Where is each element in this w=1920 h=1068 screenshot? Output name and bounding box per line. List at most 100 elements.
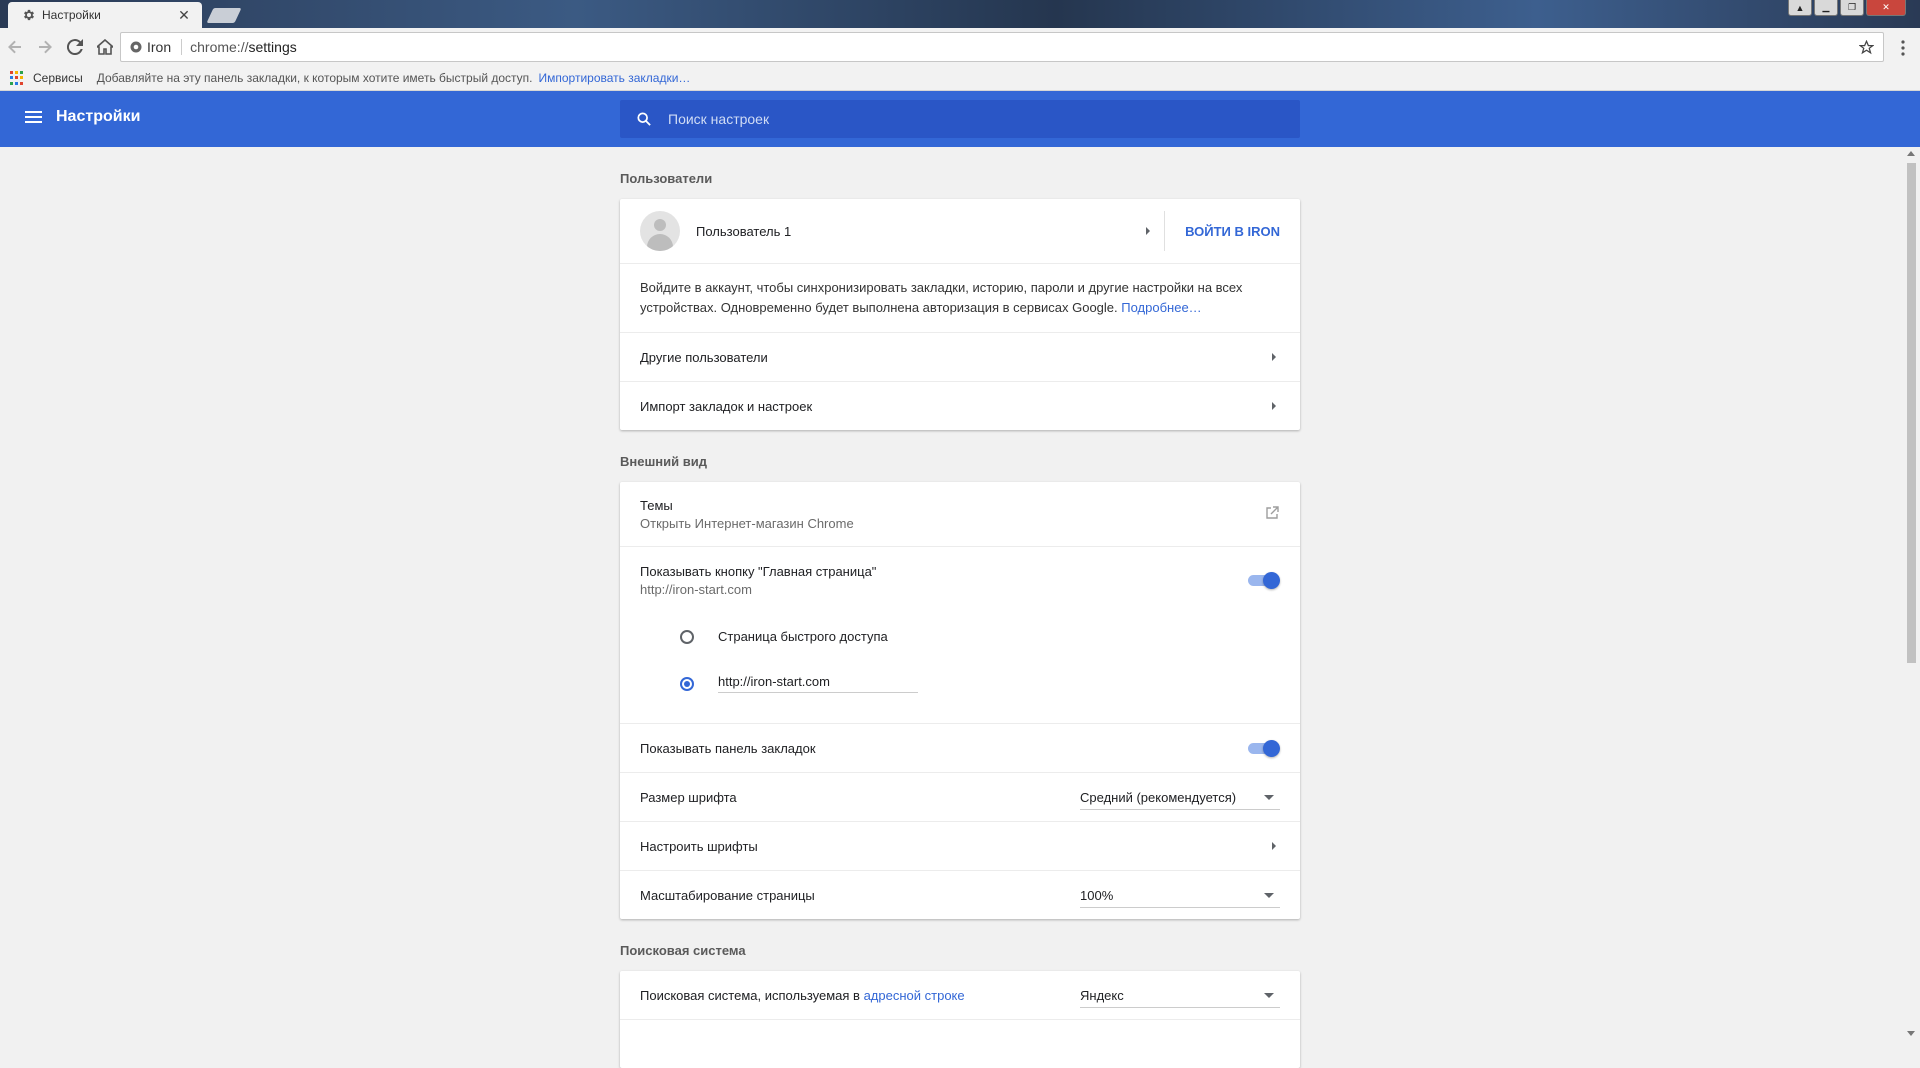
radio-ntp-row[interactable]: Страница быстрого доступа <box>620 613 1300 660</box>
scroll-up-icon[interactable] <box>1907 151 1915 156</box>
search-engine-select[interactable]: Яндекс <box>1080 988 1280 1008</box>
bookmarks-bar-label: Показывать панель закладок <box>640 740 816 756</box>
new-tab-button[interactable] <box>206 8 242 23</box>
tab-title: Настройки <box>42 8 101 22</box>
chevron-right-icon <box>1268 400 1280 412</box>
bookmarks-bar-toggle[interactable] <box>1246 738 1280 758</box>
search-engine-label: Поисковая система, используемая в адресн… <box>640 988 1080 1003</box>
themes-sublabel: Открыть Интернет-магазин Chrome <box>640 515 854 531</box>
radio-custom[interactable] <box>680 676 694 691</box>
page-zoom-row: Масштабирование страницы 100% <box>620 870 1300 919</box>
home-button-label: Показывать кнопку "Главная страница" <box>640 563 877 579</box>
address-bar[interactable]: Iron chrome://settings <box>120 32 1884 62</box>
chevron-down-icon <box>1264 892 1274 898</box>
settings-header: Настройки <box>0 91 1920 147</box>
search-engine-value: Яндекс <box>1080 987 1124 1003</box>
import-bookmarks-link[interactable]: Импортировать закладки… <box>539 71 691 85</box>
avatar <box>640 211 680 251</box>
maximize-icon[interactable]: ❐ <box>1840 0 1864 16</box>
import-bookmarks-label: Импорт закладок и настроек <box>640 398 813 414</box>
window-controls: ▲ ▁ ❐ ✕ <box>1788 0 1906 16</box>
apps-shortcut[interactable]: Сервисы <box>33 71 83 85</box>
arrow-right-icon <box>39 40 52 54</box>
url-scheme: chrome:// <box>190 39 249 55</box>
bookmarks-bar: Сервисы Добавляйте на эту панель закладк… <box>0 66 1920 91</box>
page-zoom-value: 100% <box>1080 887 1114 903</box>
star-icon[interactable] <box>1855 36 1877 58</box>
reload-icon <box>67 39 83 55</box>
sync-description: Войдите в аккаунт, чтобы синхронизироват… <box>620 263 1300 332</box>
chevron-down-icon <box>1264 794 1274 800</box>
page-title: Настройки <box>56 108 141 125</box>
search-icon <box>634 109 654 129</box>
user-icon[interactable]: ▲ <box>1788 0 1812 16</box>
omnibox-link[interactable]: адресной строке <box>864 988 965 1003</box>
hamburger-menu-icon[interactable] <box>24 108 46 130</box>
radio-ntp-label: Страница быстрого доступа <box>718 629 888 644</box>
learn-more-link[interactable]: Подробнее… <box>1121 300 1201 315</box>
window-close-icon[interactable]: ✕ <box>1866 0 1906 16</box>
home-icon <box>97 39 113 55</box>
forward-button[interactable] <box>30 32 60 62</box>
radio-custom-row[interactable]: http://iron-start.com <box>620 660 1300 707</box>
gear-icon <box>22 8 36 22</box>
arrow-left-icon <box>8 40 21 54</box>
bookmarks-hint: Добавляйте на эту панель закладки, к кот… <box>96 71 533 85</box>
home-button-toggle[interactable] <box>1246 570 1280 590</box>
user-row[interactable]: Пользователь 1 ВОЙТИ В IRON <box>620 199 1300 263</box>
reload-button[interactable] <box>60 32 90 62</box>
minimize-icon[interactable]: ▁ <box>1814 0 1838 16</box>
back-button[interactable] <box>0 32 30 62</box>
address-chip: Iron <box>147 39 183 55</box>
home-button-sublabel: http://iron-start.com <box>640 581 752 597</box>
scrollbar-thumb[interactable] <box>1907 163 1916 663</box>
window-titlebar: Настройки ✕ ▲ ▁ ❐ ✕ <box>0 0 1920 28</box>
themes-text: Темы Открыть Интернет-магазин Chrome <box>640 498 1264 531</box>
apps-grid-icon[interactable] <box>10 71 24 85</box>
appearance-card: Темы Открыть Интернет-магазин Chrome Пок… <box>620 482 1300 919</box>
search-engine-label-text: Поисковая система, используемая в <box>640 987 864 1003</box>
font-size-label: Размер шрифта <box>640 789 737 805</box>
browser-menu-icon[interactable] <box>1892 34 1914 62</box>
customize-fonts-row[interactable]: Настроить шрифты <box>620 821 1300 870</box>
font-size-value: Средний (рекомендуется) <box>1080 789 1237 805</box>
import-bookmarks-row[interactable]: Импорт закладок и настроек <box>620 381 1300 430</box>
page-zoom-select[interactable]: 100% <box>1080 888 1280 908</box>
chevron-down-icon <box>1264 992 1274 998</box>
customize-fonts-label: Настроить шрифты <box>640 838 758 854</box>
home-button[interactable] <box>90 32 120 62</box>
chevron-right-icon <box>1268 840 1280 852</box>
other-users-row[interactable]: Другие пользователи <box>620 332 1300 381</box>
url-host: settings <box>248 39 297 55</box>
close-icon[interactable]: ✕ <box>176 7 192 23</box>
url-text[interactable]: chrome://settings <box>190 39 297 55</box>
font-size-row: Размер шрифта Средний (рекомендуется) <box>620 772 1300 821</box>
signin-button[interactable]: ВОЙТИ В IRON <box>1164 211 1300 251</box>
tab-settings[interactable]: Настройки ✕ <box>8 2 202 28</box>
section-title-appearance: Внешний вид <box>620 454 707 469</box>
next-row <box>620 1019 1300 1068</box>
search-engine-row: Поисковая система, используемая в адресн… <box>620 971 1300 1019</box>
home-url-input[interactable]: http://iron-start.com <box>718 674 918 693</box>
other-users-label: Другие пользователи <box>640 349 768 365</box>
scroll-down-icon[interactable] <box>1907 1031 1915 1036</box>
search-input[interactable] <box>666 110 1270 128</box>
page-scrollbar[interactable] <box>1903 147 1920 1040</box>
site-info-icon[interactable] <box>125 36 147 58</box>
font-size-select[interactable]: Средний (рекомендуется) <box>1080 790 1280 810</box>
chevron-right-icon[interactable] <box>1142 225 1154 237</box>
radio-ntp[interactable] <box>680 629 694 644</box>
section-title-people: Пользователи <box>620 171 713 186</box>
external-link-icon[interactable] <box>1264 505 1280 524</box>
section-title-search: Поисковая система <box>620 943 746 958</box>
home-button-text: Показывать кнопку "Главная страница" htt… <box>640 564 1246 597</box>
page-zoom-label: Масштабирование страницы <box>640 887 815 903</box>
themes-label: Темы <box>640 497 673 513</box>
search-engine-card: Поисковая система, используемая в адресн… <box>620 971 1300 1068</box>
themes-row[interactable]: Темы Открыть Интернет-магазин Chrome <box>620 482 1300 546</box>
settings-search-box[interactable] <box>620 100 1300 138</box>
settings-content: Пользователи Пользователь 1 ВОЙТИ В IRON… <box>620 147 1300 1068</box>
bookmarks-bar-row: Показывать панель закладок <box>620 723 1300 772</box>
browser-toolbar: Iron chrome://settings <box>0 28 1920 66</box>
people-card: Пользователь 1 ВОЙТИ В IRON Войдите в ак… <box>620 199 1300 430</box>
